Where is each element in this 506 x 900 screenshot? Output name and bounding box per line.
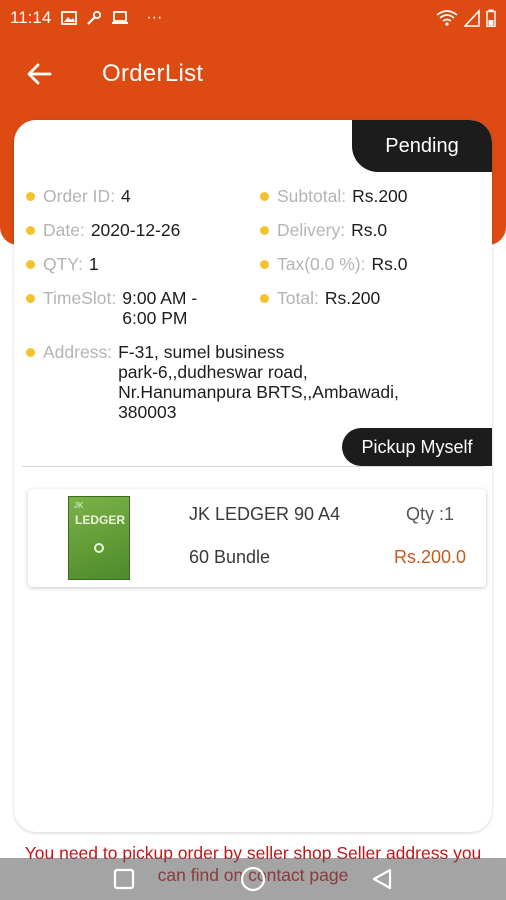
bullet-dot [26, 260, 35, 269]
more-notifications: ··· [146, 9, 163, 26]
home-button[interactable] [233, 859, 273, 899]
subtotal-value: Rs.200 [352, 186, 408, 206]
tax-row: Tax(0.0 %): Rs.0 [260, 254, 407, 275]
triangle-back-icon [372, 868, 391, 890]
laptop-icon [112, 11, 129, 24]
order-id-row: Order ID: 4 [26, 186, 131, 207]
battery-icon [486, 9, 496, 27]
qty-value: 1 [88, 254, 99, 274]
bullet-dot [26, 192, 35, 201]
wifi-icon [436, 10, 458, 26]
bullet-dot [260, 226, 269, 235]
timeslot-value-line1: 9:00 AM - [122, 288, 198, 308]
address-line: F-31, sumel business [118, 342, 285, 362]
product-qty: Qty :1 [405, 504, 454, 524]
product-image-ring [94, 543, 104, 553]
arrow-left-icon [27, 63, 52, 85]
date-value: 2020-12-26 [90, 220, 181, 240]
product-name: JK LEDGER 90 A4 [189, 504, 341, 524]
address-row: Address: F-31, sumel business park-6,,du… [26, 342, 399, 422]
delivery-type-badge: Pickup Myself [342, 428, 492, 466]
delivery-label: Delivery: [277, 220, 346, 240]
qty-row: QTY: 1 [26, 254, 99, 275]
divider [22, 466, 484, 467]
circle-icon [240, 866, 266, 892]
recents-button[interactable] [104, 859, 144, 899]
address-line: park-6,,dudheswar road, [118, 362, 308, 382]
address-label: Address: [43, 342, 113, 362]
bullet-dot [26, 294, 35, 303]
subtotal-label: Subtotal: [277, 186, 347, 206]
bullet-dot [260, 260, 269, 269]
delivery-value: Rs.0 [351, 220, 388, 240]
status-bar: 11:14 ··· [0, 0, 506, 36]
status-time: 11:14 [10, 8, 52, 27]
date-row: Date: 2020-12-26 [26, 220, 180, 241]
bullet-dot [26, 226, 35, 235]
signal-icon [464, 9, 480, 27]
order-card: Pending Order ID: 4 Date: 2020-12-26 QTY… [14, 120, 492, 832]
order-id-value: 4 [120, 186, 131, 206]
tax-value: Rs.0 [371, 254, 408, 274]
wrench-icon [87, 10, 102, 25]
timeslot-row: TimeSlot: 9:00 AM - 6:00 PM [26, 288, 197, 328]
order-item-card[interactable]: JK LEDGER JK LEDGER 90 A4 Qty :1 60 Bund… [28, 489, 486, 587]
product-unit: 60 Bundle [189, 547, 271, 567]
delivery-row: Delivery: Rs.0 [260, 220, 387, 241]
image-icon [61, 11, 78, 25]
page-title: OrderList [102, 60, 204, 87]
address-value: F-31, sumel business park-6,,dudheswar r… [118, 342, 399, 422]
status-right-icons [436, 9, 496, 27]
back-button[interactable] [0, 46, 78, 102]
system-nav-bar [0, 858, 506, 900]
bullet-dot [260, 294, 269, 303]
timeslot-value: 9:00 AM - 6:00 PM [122, 288, 197, 328]
timeslot-value-line2: 6:00 PM [122, 308, 188, 328]
address-line: Nr.Hanumanpura BRTS,,Ambawadi, [118, 382, 399, 402]
square-icon [114, 868, 135, 890]
total-label: Total: [277, 288, 319, 308]
order-id-label: Order ID: [43, 186, 115, 206]
tax-label: Tax(0.0 %): [277, 254, 366, 274]
date-label: Date: [43, 220, 85, 240]
product-image: JK LEDGER [68, 496, 130, 580]
bullet-dot [260, 192, 269, 201]
order-status-badge: Pending [352, 120, 492, 172]
bullet-dot [26, 348, 35, 357]
product-price: Rs.200.0 [393, 547, 466, 567]
status-notification-icons: ··· [61, 9, 162, 27]
qty-label: QTY: [43, 254, 83, 274]
total-row: Total: Rs.200 [260, 288, 380, 309]
app-bar: OrderList [0, 46, 506, 102]
total-value: Rs.200 [324, 288, 381, 308]
back-nav-button[interactable] [362, 859, 402, 899]
address-line: 380003 [118, 402, 177, 422]
product-image-brand-small: JK [74, 501, 84, 510]
timeslot-label: TimeSlot: [43, 288, 117, 308]
product-image-brand: LEDGER [75, 513, 126, 527]
subtotal-row: Subtotal: Rs.200 [260, 186, 408, 207]
